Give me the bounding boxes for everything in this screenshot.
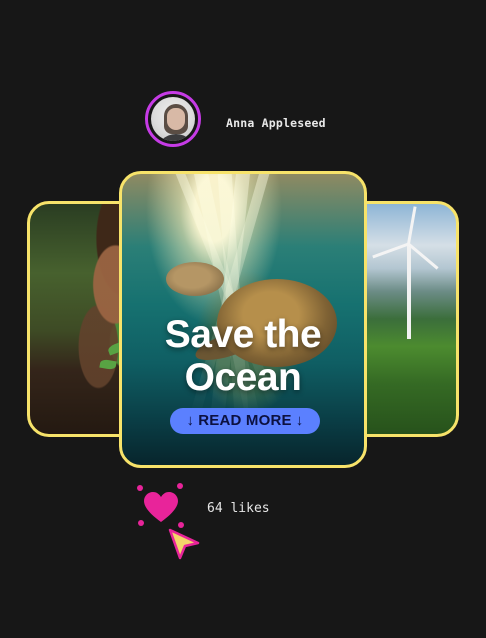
read-more-label: READ MORE [198,412,292,429]
card-title: Save the Ocean [164,313,322,399]
avatar-photo [151,97,195,141]
spark-icon [177,483,183,489]
cursor-pointer-icon [168,528,200,560]
arrow-down-icon: ↓ [186,412,195,429]
like-button[interactable] [136,482,186,532]
card-main-save-ocean[interactable]: Save the Ocean ↓ READ MORE ↓ [119,171,367,468]
read-more-button[interactable]: ↓ READ MORE ↓ [170,408,320,434]
heart-icon [144,492,178,522]
likes-count: 64 likes [207,501,270,516]
arrow-down-icon: ↓ [295,412,304,429]
user-name[interactable]: Anna Appleseed [226,116,326,130]
turtle-head [166,262,224,296]
spark-icon [137,485,143,491]
avatar[interactable] [145,91,201,147]
